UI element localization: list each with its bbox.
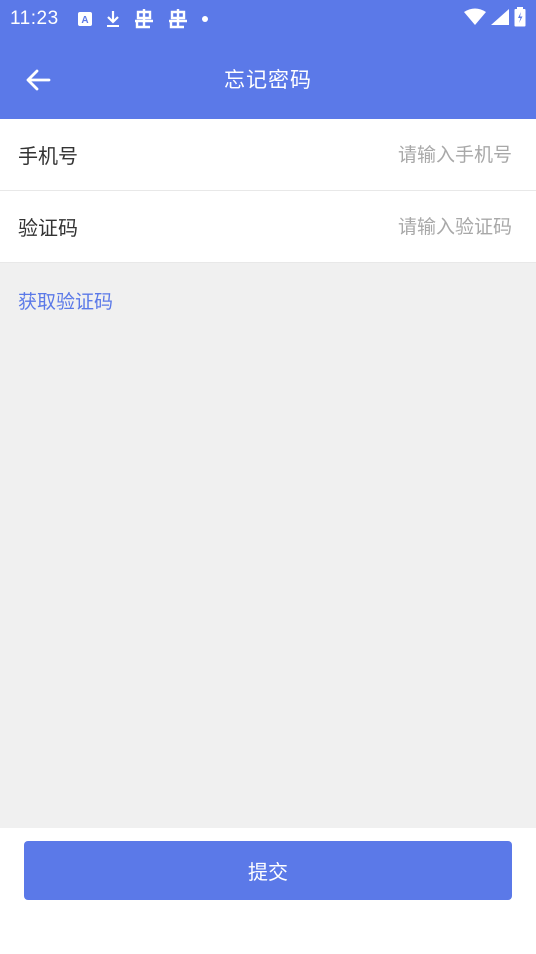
notification-icons: A xyxy=(77,8,209,30)
bug-icon xyxy=(167,8,189,30)
wifi-icon xyxy=(464,8,486,30)
code-label: 验证码 xyxy=(18,216,78,240)
back-button[interactable] xyxy=(22,64,54,96)
status-time: 11:23 xyxy=(10,8,59,29)
app-bar: 忘记密码 xyxy=(0,38,536,119)
bug-icon xyxy=(133,8,155,30)
get-code-link[interactable]: 获取验证码 xyxy=(18,287,113,314)
code-input[interactable] xyxy=(292,215,512,238)
arrow-left-icon xyxy=(26,69,51,91)
dot-icon xyxy=(201,15,209,23)
page-title: 忘记密码 xyxy=(224,67,312,92)
system-icons xyxy=(464,7,526,31)
font-a-icon: A xyxy=(77,11,93,27)
phone-label: 手机号 xyxy=(18,144,78,168)
status-bar: 11:23 A xyxy=(0,0,536,38)
battery-icon xyxy=(514,7,526,31)
download-icon xyxy=(105,9,121,29)
phone-row: 手机号 xyxy=(0,119,536,191)
submit-button[interactable]: 提交 xyxy=(24,841,512,900)
svg-text:A: A xyxy=(81,15,88,26)
signal-icon xyxy=(490,8,510,30)
code-row: 验证码 xyxy=(0,191,536,263)
footer: 提交 xyxy=(0,828,536,954)
phone-input[interactable] xyxy=(292,143,512,166)
forgot-password-form: 手机号 验证码 xyxy=(0,119,536,263)
